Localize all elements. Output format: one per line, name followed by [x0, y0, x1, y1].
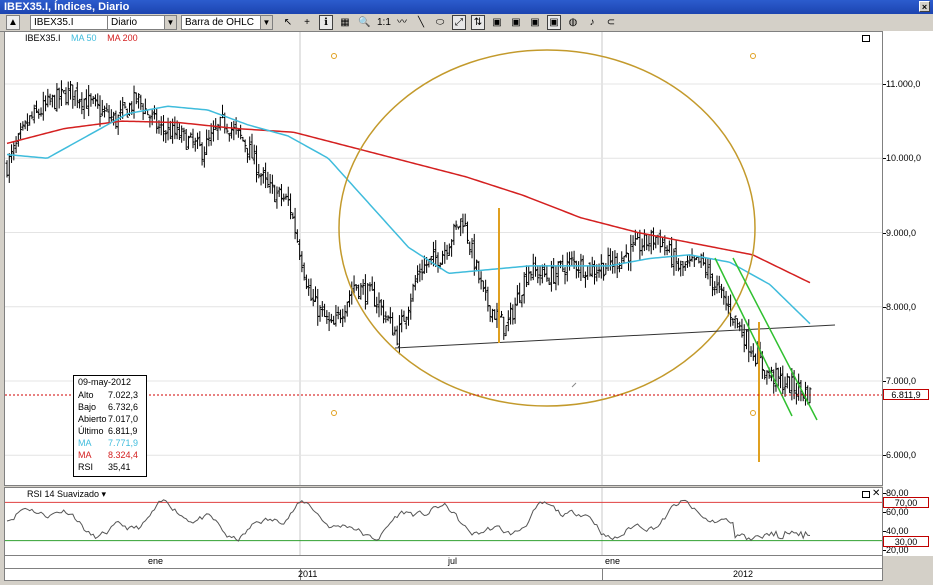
rsi-title: RSI 14 Suavizado ▾ — [27, 489, 107, 499]
ellipse-handle — [331, 410, 337, 416]
toolbar-tool-icon[interactable]: ◍ — [566, 15, 580, 30]
y-tick-label: 8.000,0 — [886, 301, 917, 312]
toolbar-tool-icon[interactable]: ▣ — [547, 15, 561, 30]
info-row: RSI 35,41 — [78, 462, 144, 473]
info-row: Abierto 7.017,0 — [78, 414, 144, 425]
toolbar-tool-icon[interactable]: ⬭ — [433, 15, 447, 30]
info-label: RSI — [78, 462, 94, 472]
symbol-value: IBEX35.I — [34, 17, 74, 28]
toolbar-tool-icon[interactable]: + — [300, 15, 314, 30]
data-window: 09-may-2012 Alto 7.022,3 Bajo 6.732,6 Abiert… — [73, 375, 147, 477]
info-value: 7.771,9 — [108, 438, 139, 448]
info-label: Último — [78, 426, 104, 436]
info-value: 7.022,3 — [108, 390, 139, 400]
y-axis[interactable]: 11.000,0 10.000,0 9.000,0 8.000,0 7.000,0 6.0… — [883, 31, 933, 556]
toolbar-tool-icon[interactable]: ▣ — [528, 15, 542, 30]
info-row: MA 8.324,4 — [78, 450, 144, 461]
info-label: Bajo — [78, 402, 97, 412]
chart-type-value: Barra de OHLC — [185, 17, 254, 28]
channel-line — [714, 257, 793, 417]
toolbar-tool-icon[interactable]: ╲ — [414, 15, 428, 30]
info-label: Abierto — [78, 414, 107, 424]
info-row: Bajo 6.732,6 — [78, 402, 144, 413]
chevron-down-icon: ▼ — [260, 16, 272, 29]
legend-ma50[interactable]: MA 50 — [71, 33, 97, 43]
cursor-mark — [571, 382, 577, 388]
price-panel[interactable]: IBEX35.I MA 50 MA 200 09-may-2012 Alto 7.… — [4, 31, 883, 486]
toolbar-tool-icon[interactable]: ⊂ — [604, 15, 618, 30]
ellipse-handle — [750, 410, 756, 416]
x-axis-months[interactable]: ene jul ene — [4, 556, 883, 568]
y-tick-label: 11.000,0 — [886, 78, 921, 89]
period-select[interactable]: Diario ▼ — [107, 15, 177, 30]
rsi-tick-label: 80,00 — [886, 487, 909, 498]
info-row: Alto 7.022,3 — [78, 390, 144, 401]
maximize-panel-icon[interactable] — [862, 491, 870, 498]
y-tick-label: 6.000,0 — [886, 450, 917, 461]
info-label: Alto — [78, 390, 94, 400]
year-separator — [602, 569, 603, 580]
toolbar-tool-icon[interactable]: ▦ — [338, 15, 352, 30]
ellipse-handle — [331, 53, 337, 59]
toolbar-tool-icon[interactable]: ♪ — [585, 15, 599, 30]
x-year-label: 2011 — [298, 569, 318, 579]
scroll-up-icon[interactable]: ▲ — [6, 15, 20, 30]
chart-legend: IBEX35.I MA 50 MA 200 — [25, 33, 146, 43]
rsi-line — [6, 499, 811, 542]
toolbar-tool-icon[interactable]: ▣ — [490, 15, 504, 30]
rsi-level-badge: 70,00 — [883, 497, 929, 509]
info-row: MA 7.771,9 — [78, 438, 144, 449]
y-tick-label: 7.000,0 — [886, 376, 917, 387]
ma50-line — [6, 105, 811, 325]
y-tick-label: 9.000,0 — [886, 227, 917, 238]
annotation-ellipse — [338, 49, 756, 407]
chevron-down-icon: ▼ — [164, 16, 176, 29]
maximize-panel-icon[interactable] — [862, 35, 870, 42]
chart-type-select[interactable]: Barra de OHLC ▼ — [181, 15, 273, 30]
close-button[interactable]: × — [919, 1, 930, 12]
info-value: 35,41 — [108, 462, 131, 472]
rsi-panel[interactable]: RSI 14 Suavizado ▾ ✕ — [4, 487, 883, 556]
y-tick-label: 10.000,0 — [886, 153, 922, 164]
toolbar-tool-icon[interactable]: ↖ — [281, 15, 295, 30]
info-label: MA — [78, 450, 92, 460]
window-title: IBEX35.I, Índices, Diario — [4, 1, 130, 13]
x-month-label: jul — [448, 556, 458, 566]
toolbar-tool-icon[interactable]: ⇅ — [471, 15, 485, 30]
info-row: Último 6.811,9 — [78, 426, 144, 437]
rsi-title-text: RSI 14 Suavizado — [27, 489, 100, 499]
info-value: 6.732,6 — [108, 402, 139, 412]
period-value: Diario — [111, 17, 138, 28]
info-value: 8.324,4 — [108, 450, 139, 460]
close-panel-icon[interactable]: ✕ — [872, 488, 880, 499]
info-value: 6.811,9 — [108, 426, 138, 436]
window-titlebar: IBEX35.I, Índices, Diario × — [0, 0, 933, 14]
toolbar-tool-icon[interactable]: ⤢ — [452, 15, 466, 30]
toolbar-tool-icon[interactable]: 〰 — [395, 15, 409, 30]
toolbar-tool-icon[interactable]: 🔍 — [357, 15, 371, 30]
ellipse-handle — [750, 53, 756, 59]
toolbar: ▲ IBEX35.I Diario ▼ Barra de OHLC ▼ ↖ + ℹ ▦… — [0, 14, 933, 32]
x-axis-years[interactable]: 2011 2012 — [4, 568, 883, 581]
toolbar-tool-icon[interactable]: ▣ — [509, 15, 523, 30]
info-value: 7.017,0 — [108, 414, 139, 424]
x-month-label: ene — [605, 556, 621, 566]
x-year-label: 2012 — [733, 569, 754, 579]
rsi-tick-label: 40,00 — [886, 526, 909, 537]
toolbar-tool-icon[interactable]: 1:1 — [376, 15, 391, 30]
toolbar-tool-icon[interactable]: ℹ — [319, 15, 333, 30]
channel-line — [732, 257, 818, 421]
legend-symbol: IBEX35.I — [25, 33, 61, 43]
info-date: 09-may-2012 — [78, 377, 132, 387]
last-price-badge: 6.811,9 — [883, 389, 929, 400]
info-label: MA — [78, 438, 92, 448]
legend-ma200[interactable]: MA 200 — [107, 33, 138, 43]
rsi-chart — [5, 488, 882, 555]
x-month-label: ene — [148, 556, 164, 566]
rsi-level-badge: 30,00 — [883, 535, 929, 547]
